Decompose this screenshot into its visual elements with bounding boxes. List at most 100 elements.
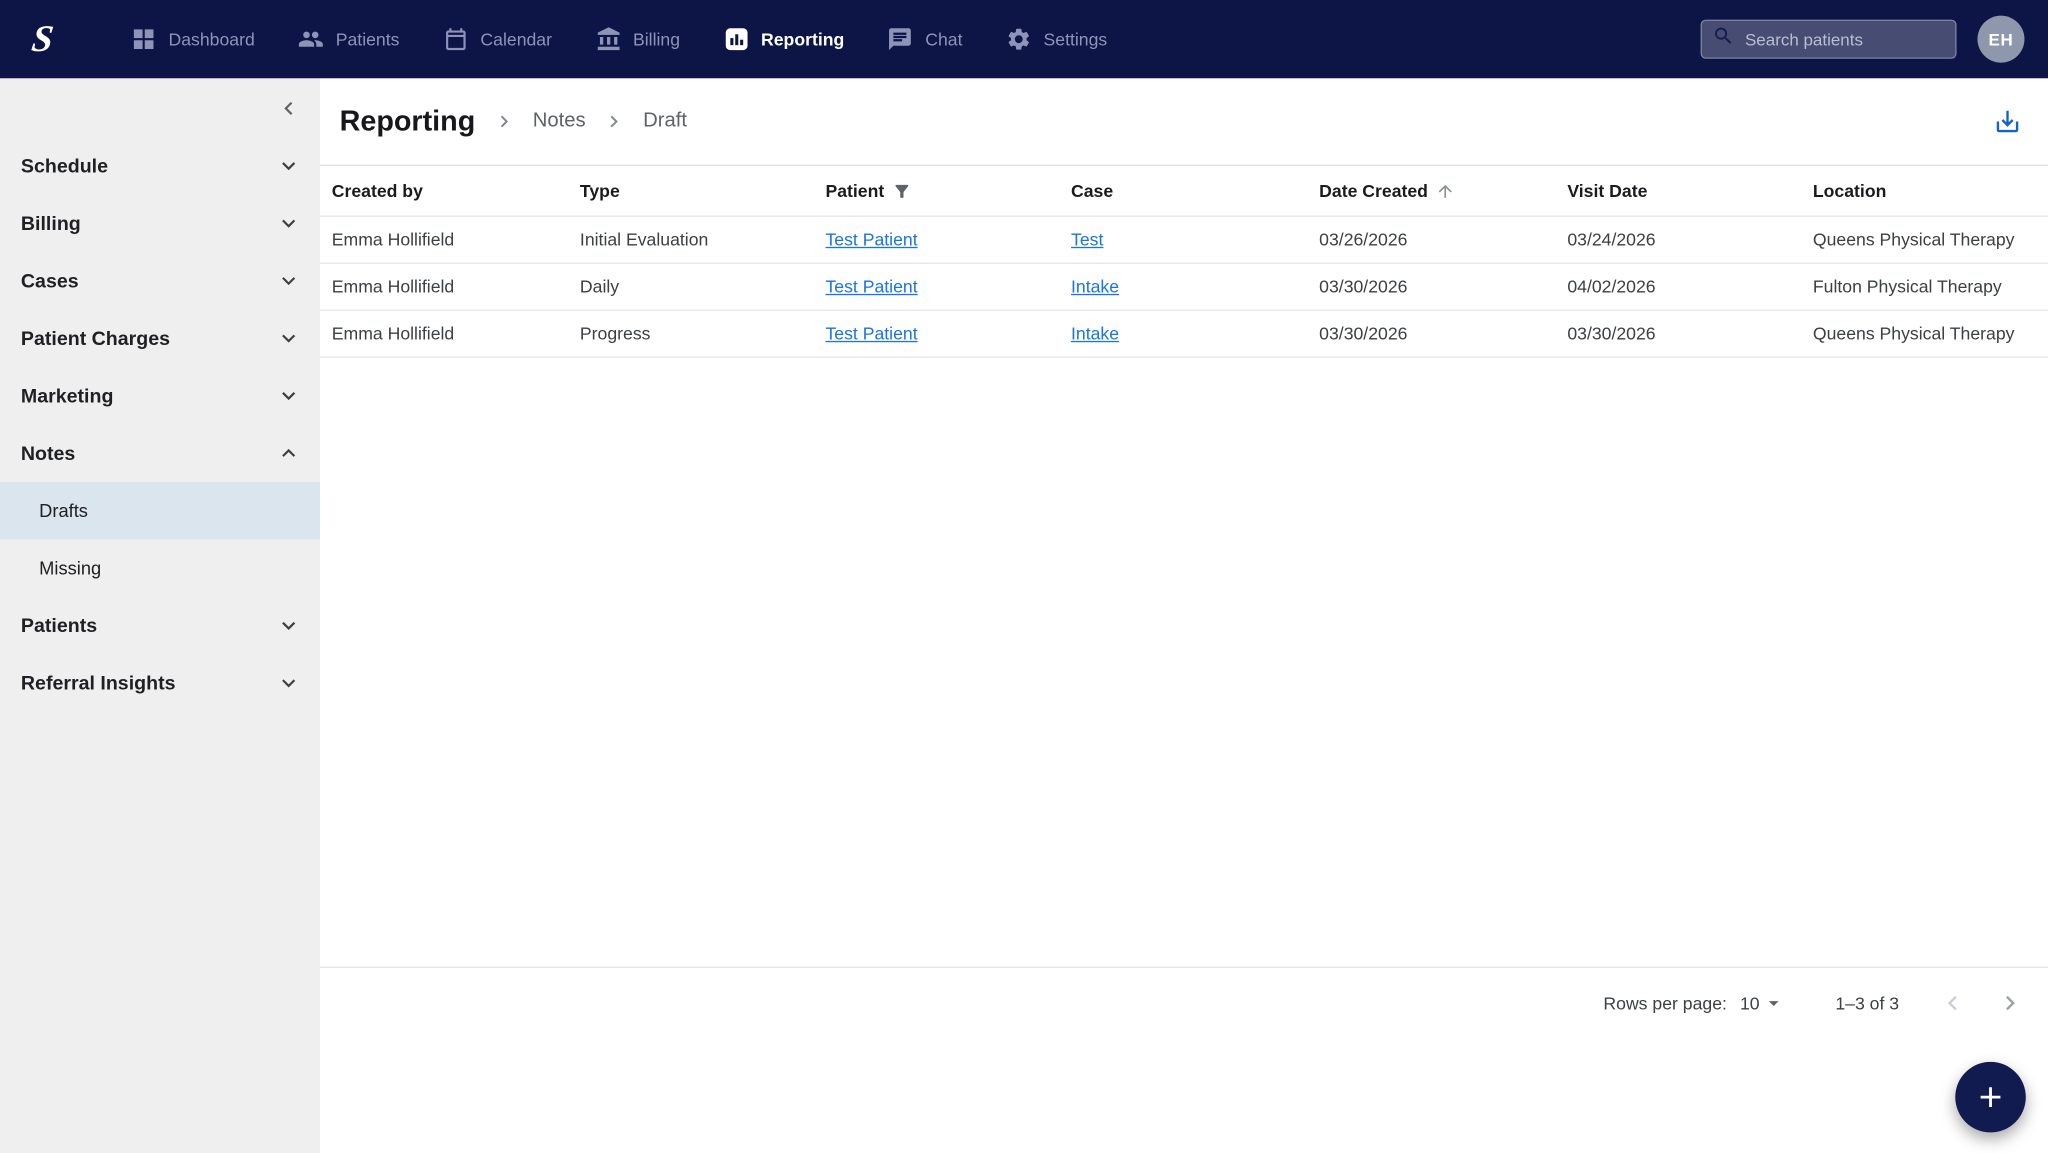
nav-item-chat[interactable]: Chat (887, 26, 963, 52)
top-nav: S Dashboard Patients Calendar Billing Re… (0, 0, 2048, 79)
table-header-row: Created by Type Patient Case Date Create… (319, 166, 2048, 217)
sort-ascending-icon[interactable] (1436, 181, 1456, 201)
download-icon (1996, 110, 2019, 133)
filter-icon[interactable] (892, 181, 912, 201)
sidebar-item-schedule[interactable]: Schedule (0, 137, 320, 194)
search-box[interactable] (1700, 19, 1957, 59)
sidebar-item-label: Referral Insights (20, 671, 176, 695)
column-header-case[interactable]: Case (1071, 181, 1319, 201)
nav-item-billing[interactable]: Billing (595, 26, 680, 52)
chevron-right-icon (603, 110, 627, 134)
column-label: Patient (825, 180, 885, 201)
sidebar-item-patient-charges[interactable]: Patient Charges (0, 310, 320, 367)
column-header-patient[interactable]: Patient (825, 180, 1071, 201)
column-label: Case (1071, 180, 1114, 201)
cell-case: Intake (1071, 277, 1319, 297)
column-label: Visit Date (1567, 180, 1648, 201)
cell-case: Test (1071, 230, 1319, 250)
sidebar-item-patients[interactable]: Patients (0, 597, 320, 654)
nav-item-patients[interactable]: Patients (298, 26, 400, 52)
chevron-left-icon (1947, 995, 1957, 1011)
cell-date-created: 03/30/2026 (1319, 276, 1408, 297)
table-row[interactable]: Emma Hollifield Progress Test Patient In… (319, 311, 2048, 358)
app-logo[interactable]: S (26, 16, 81, 63)
column-label: Created by (331, 180, 423, 201)
chevron-down-icon (282, 334, 296, 343)
screen: S Dashboard Patients Calendar Billing Re… (0, 0, 2048, 1153)
table-row[interactable]: Emma Hollifield Initial Evaluation Test … (319, 217, 2048, 264)
sidebar-collapse[interactable] (0, 78, 320, 137)
nav-item-settings[interactable]: Settings (1006, 26, 1107, 52)
calendar-icon (443, 26, 469, 52)
next-page-button[interactable] (1996, 989, 2025, 1018)
sidebar-item-notes[interactable]: Notes (0, 424, 320, 481)
chevron-right-icon (492, 110, 516, 134)
nav-item-dashboard[interactable]: Dashboard (131, 26, 255, 52)
sidebar-item-referral-insights[interactable]: Referral Insights (0, 654, 320, 711)
cell-location: Queens Physical Therapy (1812, 229, 2015, 250)
sidebar-item-missing[interactable]: Missing (0, 539, 320, 596)
primary-nav: Dashboard Patients Calendar Billing Repo… (131, 26, 1107, 52)
column-header-location[interactable]: Location (1813, 181, 2048, 201)
chevron-down-icon (282, 392, 296, 401)
brand-s-icon: S (29, 18, 56, 60)
nav-label: Reporting (761, 29, 845, 49)
case-link[interactable]: Intake (1071, 324, 1119, 344)
cell-location: Queens Physical Therapy (1812, 323, 2015, 344)
reporting-icon (723, 26, 749, 52)
rows-per-page: Rows per page: 10 (1603, 991, 1785, 1015)
column-header-type[interactable]: Type (580, 181, 826, 201)
breadcrumb: Reporting Notes Draft (340, 104, 687, 138)
breadcrumb-notes[interactable]: Notes (533, 110, 586, 134)
dropdown-caret-icon (1769, 1001, 1779, 1007)
chevron-right-icon (2006, 995, 2015, 1011)
cell-visit-date: 03/30/2026 (1567, 323, 1656, 344)
download-button[interactable] (1993, 107, 2022, 136)
chevron-down-icon (282, 277, 296, 286)
sidebar-subitem-label: Missing (39, 557, 102, 579)
page-body: Schedule Billing Cases Patient Charges M… (0, 78, 2048, 1153)
case-link[interactable]: Test (1071, 230, 1103, 250)
previous-page-button[interactable] (1938, 989, 1967, 1018)
chevron-up-icon (282, 448, 296, 457)
cell-date-created: 03/26/2026 (1319, 229, 1408, 250)
billing-icon (595, 26, 621, 52)
bottom-padding (320, 1038, 2048, 1153)
nav-item-calendar[interactable]: Calendar (443, 26, 552, 52)
column-header-created-by[interactable]: Created by (332, 181, 580, 201)
avatar[interactable]: EH (1977, 15, 2025, 63)
sidebar-item-marketing[interactable]: Marketing (0, 367, 320, 424)
sidebar-item-billing[interactable]: Billing (0, 195, 320, 252)
pagination-bar: Rows per page: 10 1–3 of 3 (319, 966, 2048, 1039)
page-title: Reporting (339, 104, 476, 138)
cell-patient: Test Patient (825, 324, 1071, 344)
rows-per-page-select[interactable]: 10 (1740, 991, 1786, 1015)
nav-label: Calendar (480, 29, 552, 49)
patient-link[interactable]: Test Patient (825, 277, 917, 297)
cell-patient: Test Patient (825, 230, 1071, 250)
cell-location: Fulton Physical Therapy (1812, 276, 2002, 297)
app-root: S Dashboard Patients Calendar Billing Re… (0, 0, 2048, 1153)
cell-type: Daily (579, 276, 620, 297)
sidebar-item-drafts[interactable]: Drafts (0, 481, 320, 540)
main-content: Reporting Notes Draft Created by Type Pa… (319, 78, 2048, 1153)
cell-created-by: Emma Hollifield (331, 323, 455, 344)
patient-link[interactable]: Test Patient (825, 324, 917, 344)
sidebar-item-label: Patients (20, 614, 98, 637)
search-input[interactable] (1742, 28, 1945, 51)
chevron-down-icon (282, 621, 296, 630)
nav-label: Patients (335, 29, 400, 49)
content-header: Reporting Notes Draft (320, 78, 2048, 164)
sidebar-item-label: Marketing (20, 384, 114, 407)
add-button[interactable] (1955, 1061, 2026, 1133)
column-label: Date Created (1319, 180, 1428, 201)
patient-link[interactable]: Test Patient (825, 230, 917, 250)
table-row[interactable]: Emma Hollifield Daily Test Patient Intak… (319, 264, 2048, 311)
column-header-date-created[interactable]: Date Created (1319, 180, 1567, 201)
chevron-down-icon (282, 162, 296, 171)
case-link[interactable]: Intake (1071, 277, 1119, 297)
column-header-visit-date[interactable]: Visit Date (1567, 181, 1813, 201)
nav-item-reporting[interactable]: Reporting (723, 26, 844, 52)
sidebar-item-cases[interactable]: Cases (0, 252, 320, 309)
notes-table: Created by Type Patient Case Date Create… (319, 164, 2048, 358)
